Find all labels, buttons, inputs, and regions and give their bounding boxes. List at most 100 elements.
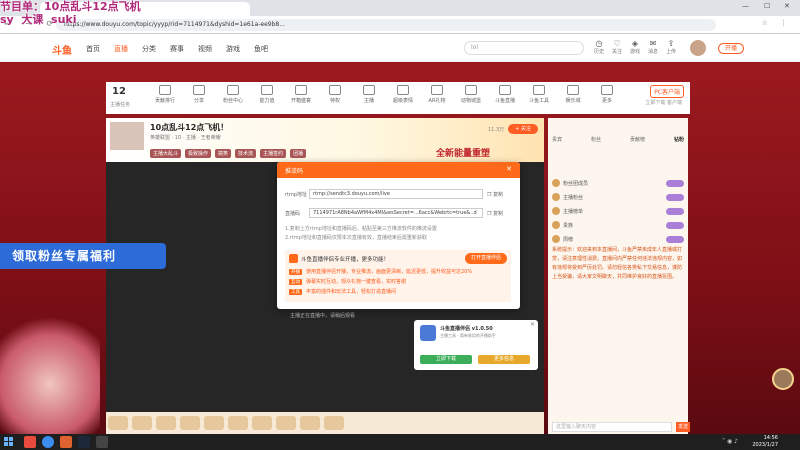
toolbar-item[interactable]: 分享 xyxy=(182,85,216,104)
bell-icon[interactable]: ✉ 消息 xyxy=(646,39,660,55)
url-input[interactable]: https://www.douyu.com/topic/yyyp/rid=711… xyxy=(56,19,716,31)
nav-video[interactable]: 视频 xyxy=(198,44,212,54)
tab-vip[interactable]: 贵宾 xyxy=(552,136,562,143)
toolbar-item[interactable]: 更多 xyxy=(590,85,624,104)
close-icon[interactable]: ✕ xyxy=(530,321,535,328)
gift-item[interactable] xyxy=(132,416,152,430)
stream-key-field[interactable]: 7114971rA8Nb4aWfM4x4Ml&wsSecret=...6acc&… xyxy=(309,208,483,218)
follow-icon[interactable]: ♡ 关注 xyxy=(610,39,624,55)
tab-diamond[interactable]: 钻粉 xyxy=(674,136,684,143)
nav-home[interactable]: 首页 xyxy=(86,44,100,54)
list-item[interactable]: 周榜 xyxy=(552,232,684,246)
list-item[interactable]: 主播榜单 xyxy=(552,204,684,218)
level-badge xyxy=(666,235,684,243)
pc-client-sub[interactable]: 立即下载 客户端 xyxy=(645,99,682,106)
windows-start-icon[interactable] xyxy=(4,437,14,447)
site-logo[interactable]: 斗鱼 xyxy=(52,42,72,57)
upload-icon[interactable]: ⇪ 上传 xyxy=(664,39,678,55)
start-live-button[interactable]: 开播 xyxy=(718,43,744,54)
gift-item[interactable] xyxy=(108,416,128,430)
gift-item[interactable] xyxy=(156,416,176,430)
steam-icon[interactable] xyxy=(78,436,90,448)
toolbar-item[interactable]: 斗鱼工具 xyxy=(522,85,556,104)
send-button[interactable]: 发送 xyxy=(676,422,690,432)
gift-item[interactable] xyxy=(324,416,344,430)
follow-button[interactable]: + 关注 xyxy=(508,124,538,134)
room-tags: 主播大乱斗 极致操作 搞笑 技术流 主播签约 团播 xyxy=(150,149,307,158)
side-tabs: 贵宾 粉丝 贡献榜 钻粉 xyxy=(548,118,688,143)
stream-overlay-text: 节目单：10点乱斗12点飞机 sy 大课 suki xyxy=(0,0,141,26)
toolbar-item[interactable]: 动物城堡 xyxy=(454,85,488,104)
tab-contribution[interactable]: 贡献榜 xyxy=(630,136,645,143)
user-avatar[interactable] xyxy=(690,40,706,56)
room-tag[interactable]: 搞笑 xyxy=(215,149,232,158)
header-icons: ◷ 历史 ♡ 关注 ◈ 游戏 ✉ 消息 ⇪ 上传 xyxy=(592,39,678,55)
nav-category[interactable]: 分类 xyxy=(142,44,156,54)
close-window-icon[interactable]: ✕ xyxy=(784,2,790,10)
avatar xyxy=(552,193,560,201)
list-item[interactable]: 主播粉丝 xyxy=(552,190,684,204)
anchor-avatar[interactable] xyxy=(110,122,144,150)
gift-item[interactable] xyxy=(204,416,224,430)
floating-avatar[interactable] xyxy=(772,368,794,390)
list-item[interactable]: 粉丝团成员 xyxy=(552,176,684,190)
room-title: 10点乱斗12点飞机！ xyxy=(150,123,229,132)
system-tray[interactable]: ˄ ◉ ♪ xyxy=(722,438,738,445)
room-tag[interactable]: 技术流 xyxy=(235,149,257,158)
toolbar-item[interactable]: 粉丝中心 xyxy=(216,85,250,104)
obs-icon[interactable] xyxy=(96,436,108,448)
gift-item[interactable] xyxy=(276,416,296,430)
level-badge xyxy=(666,193,684,201)
pc-client-button[interactable]: PC客户端 xyxy=(650,85,684,98)
game-icon[interactable]: ◈ 游戏 xyxy=(628,39,642,55)
castle-icon xyxy=(465,85,477,95)
modal-header: 推流码 ✕ xyxy=(277,162,520,178)
toolbar-item[interactable]: 开箱盛宴 xyxy=(284,85,318,104)
tip-title: 斗鱼直播伴侣专业开播，更多功能！ xyxy=(301,257,390,263)
copy-key-button[interactable]: ❐ 复制 xyxy=(487,210,503,217)
open-companion-button[interactable]: 打开直播伴侣 xyxy=(465,253,507,264)
minimize-icon[interactable]: — xyxy=(742,2,749,10)
download-button[interactable]: 立即下载 xyxy=(420,355,472,364)
gift-item[interactable] xyxy=(228,416,248,430)
room-tag[interactable]: 主播大乱斗 xyxy=(150,149,182,158)
site-search-input[interactable]: lol xyxy=(464,41,584,55)
close-icon[interactable]: ✕ xyxy=(506,165,512,173)
toolbar-item[interactable]: 能力值 xyxy=(250,85,284,104)
toolbar-item[interactable]: 超级表情 xyxy=(386,85,420,104)
nav-live[interactable]: 直播 xyxy=(114,44,128,54)
chrome-icon[interactable] xyxy=(42,436,54,448)
taskbar-clock[interactable]: 14:56 2023/1/27 xyxy=(752,435,778,449)
fans-benefit-banner[interactable]: 领取粉丝专属福利 xyxy=(0,243,166,269)
copy-rtmp-button[interactable]: ❐ 复制 xyxy=(487,191,503,198)
wps-icon[interactable] xyxy=(24,436,36,448)
nav-game[interactable]: 游戏 xyxy=(226,44,240,54)
nav-match[interactable]: 赛事 xyxy=(170,44,184,54)
room-tag[interactable]: 团播 xyxy=(290,149,307,158)
history-icon[interactable]: ◷ 历史 xyxy=(592,39,606,55)
windows-taskbar: ˄ ◉ ♪ 14:56 2023/1/27 xyxy=(0,434,800,450)
app-icon[interactable] xyxy=(60,436,72,448)
room-tag[interactable]: 主播签约 xyxy=(260,149,287,158)
event-banner[interactable]: 全新能量重塑 xyxy=(436,146,490,159)
maximize-icon[interactable]: ☐ xyxy=(764,2,770,10)
toolbar-item[interactable]: 娱乐城 xyxy=(556,85,590,104)
nav-yuba[interactable]: 鱼吧 xyxy=(254,44,268,54)
list-item[interactable]: 贵族 xyxy=(552,218,684,232)
toolbar-item[interactable]: 特权 xyxy=(318,85,352,104)
gift-item[interactable] xyxy=(180,416,200,430)
toolbar-item[interactable]: 贡献排行 xyxy=(148,85,182,104)
toolbar-item[interactable]: 主播 xyxy=(352,85,386,104)
more-info-button[interactable]: 更多信息 xyxy=(478,355,530,364)
tab-fans[interactable]: 粉丝 xyxy=(591,136,601,143)
gift-item[interactable] xyxy=(300,416,320,430)
toolbar-item[interactable]: AR礼物 xyxy=(420,85,454,104)
room-tag[interactable]: 极致操作 xyxy=(185,149,212,158)
gift-item[interactable] xyxy=(252,416,272,430)
chat-input[interactable]: 这里输入聊天内容 xyxy=(552,422,672,432)
app-desc: 主播工具 · 简单易用的开播助手 xyxy=(440,333,496,338)
toolbar-item[interactable]: 斗鱼直播 xyxy=(488,85,522,104)
address-bar-icons[interactable]: ☆ ⋮ xyxy=(761,19,792,27)
rtmp-field[interactable]: rtmp://sendtc3.douyu.com/live xyxy=(309,189,483,199)
app-name: 斗鱼直播伴侣 v1.0.50 xyxy=(440,326,493,332)
